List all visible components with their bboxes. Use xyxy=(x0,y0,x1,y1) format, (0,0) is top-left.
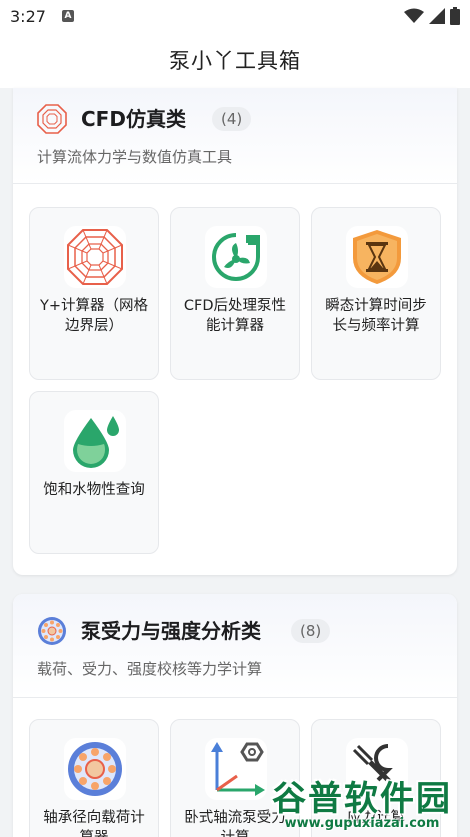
category-description: 载荷、受力、强度校核等力学计算 xyxy=(37,660,263,678)
tool-label: CFD后处理泵性能计算器 xyxy=(183,298,287,334)
app-bar: 泵小丫工具箱 xyxy=(0,32,470,88)
signal-icon xyxy=(429,8,445,24)
tool-transient-timestep-calculator[interactable]: 瞬态计算时间步长与频率计算 xyxy=(311,207,441,380)
category-card-cfd: CFD仿真类 (4) 计算流体力学与数值仿真工具 Y+计算器（网格边界层） CF… xyxy=(13,88,457,575)
watermark-url: www.gupuxiazai.com xyxy=(284,816,440,831)
tool-label: 瞬态计算时间步长与频率计算 xyxy=(325,298,427,334)
category-title: CFD仿真类 xyxy=(81,107,186,131)
category-header[interactable]: 泵受力与强度分析类 (8) 载荷、受力、强度校核等力学计算 xyxy=(13,594,457,698)
status-time: 3:27 xyxy=(10,6,46,26)
water-drop-icon xyxy=(73,416,119,468)
page-title: 泵小丫工具箱 xyxy=(169,49,301,73)
notification-a-icon: A xyxy=(61,10,74,22)
watermark-logo: 谷普软件园 www.gupuxiazai.com xyxy=(256,765,468,837)
category-header[interactable]: CFD仿真类 (4) 计算流体力学与数值仿真工具 xyxy=(13,88,457,184)
tool-bearing-radial-load-calculator[interactable]: 轴承径向载荷计算器 xyxy=(29,719,159,837)
status-icons xyxy=(404,7,460,25)
category-count-badge: (8) xyxy=(291,619,331,643)
tool-cfd-postprocess-calculator[interactable]: CFD后处理泵性能计算器 xyxy=(170,207,300,380)
tool-label: 饱和水物性查询 xyxy=(43,482,145,498)
category-title: 泵受力与强度分析类 xyxy=(81,619,261,643)
battery-icon xyxy=(450,7,460,25)
mesh-octagon-icon xyxy=(37,104,67,134)
tool-label: Y+计算器（网格边界层） xyxy=(40,298,149,334)
tool-icon-box xyxy=(205,226,267,288)
hourglass-icon xyxy=(353,230,401,284)
tool-icon-box xyxy=(64,226,126,288)
watermark-name: 谷普软件园 xyxy=(272,779,452,819)
tool-saturated-water-property[interactable]: 饱和水物性查询 xyxy=(29,391,159,554)
mesh-octagon-icon xyxy=(67,229,123,285)
wifi-icon xyxy=(404,8,424,23)
tool-icon-box xyxy=(64,410,126,472)
tool-icon-box xyxy=(64,738,126,800)
fan-pump-icon xyxy=(212,233,260,281)
tool-label: 轴承径向载荷计算器 xyxy=(43,810,145,837)
category-count-badge: (4) xyxy=(212,107,252,131)
status-bar: 3:27 A xyxy=(0,0,470,32)
category-description: 计算流体力学与数值仿真工具 xyxy=(37,148,233,166)
tool-icon-box xyxy=(346,226,408,288)
tool-yplus-calculator[interactable]: Y+计算器（网格边界层） xyxy=(29,207,159,380)
bearing-icon xyxy=(38,617,66,645)
bearing-icon xyxy=(68,742,122,796)
